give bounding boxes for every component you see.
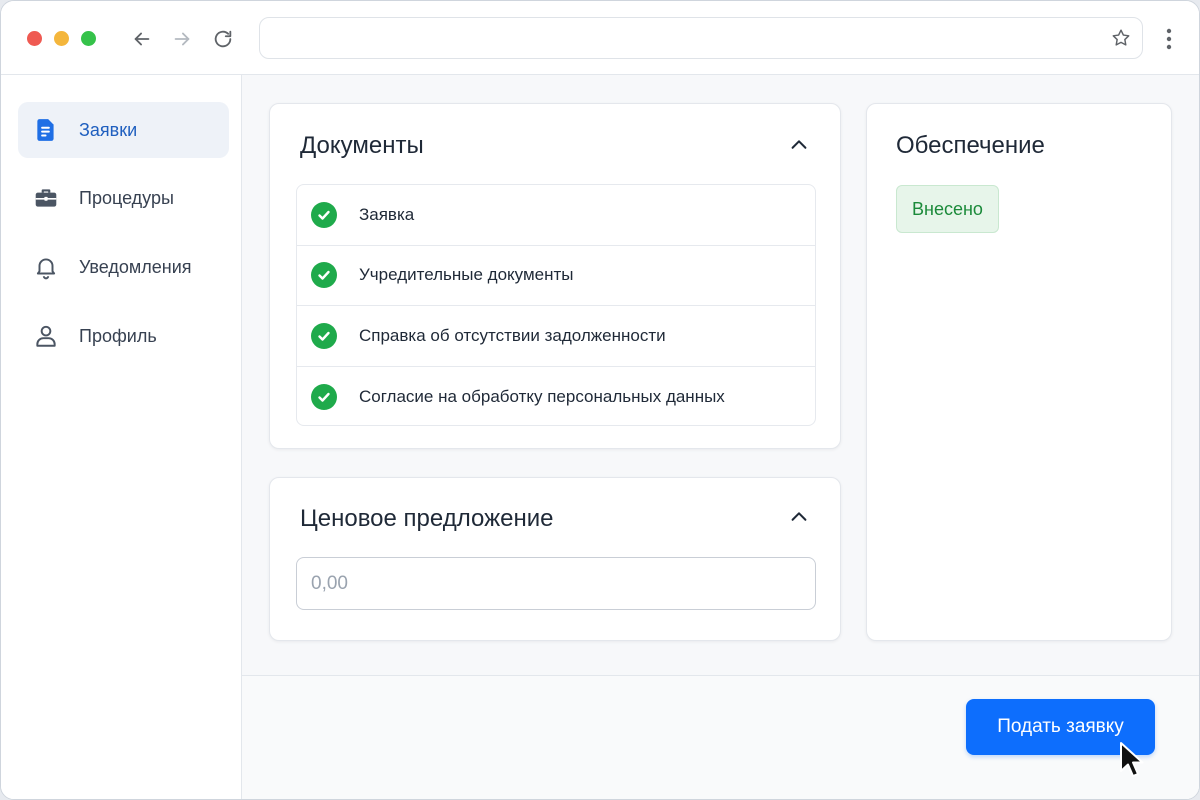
list-item[interactable]: Учредительные документы: [297, 246, 815, 306]
reload-icon[interactable]: [210, 26, 236, 52]
price-input[interactable]: [296, 557, 816, 610]
address-bar[interactable]: [259, 17, 1143, 59]
security-card: Обеспечение Внесено: [866, 103, 1172, 641]
price-offer-title: Ценовое предложение: [300, 505, 554, 532]
security-title: Обеспечение: [896, 132, 1045, 159]
list-item[interactable]: Заявка: [297, 185, 815, 246]
document-label: Учредительные документы: [359, 265, 574, 285]
briefcase-icon: [33, 185, 59, 211]
user-icon: [33, 323, 59, 349]
document-label: Согласие на обработку персональных данны…: [359, 386, 725, 406]
list-item[interactable]: Справка об отсутствии задолженности: [297, 306, 815, 367]
main-content: Документы Заявка Учредительные документы…: [242, 75, 1199, 799]
documents-card: Документы Заявка Учредительные документы…: [269, 103, 841, 449]
check-circle-icon: [311, 201, 337, 228]
check-circle-icon: [311, 322, 337, 349]
check-circle-icon: [311, 262, 337, 289]
sidebar-item-label: Профиль: [79, 325, 157, 346]
sidebar-item-label: Заявки: [79, 119, 138, 140]
list-item[interactable]: Согласие на обработку персональных данны…: [297, 367, 815, 426]
bookmark-star-icon[interactable]: [1110, 27, 1132, 49]
documents-list: Заявка Учредительные документы Справка о…: [296, 184, 816, 426]
more-menu-icon[interactable]: [1159, 26, 1179, 52]
mouse-cursor-icon: [1120, 742, 1144, 777]
browser-toolbar: [1, 1, 1199, 75]
sidebar-item-label: Уведомления: [79, 256, 192, 277]
minimize-window-button[interactable]: [54, 31, 69, 46]
price-offer-card: Ценовое предложение: [269, 477, 841, 641]
document-icon: [33, 117, 59, 143]
forward-arrow-icon[interactable]: [169, 26, 195, 52]
sidebar-item-profile[interactable]: Профиль: [18, 308, 229, 364]
browser-window: Заявки Процедуры Уведомления Профиль Док…: [0, 0, 1200, 800]
documents-title: Документы: [300, 132, 424, 159]
sidebar-item-procedures[interactable]: Процедуры: [18, 170, 229, 226]
sidebar-item-label: Процедуры: [79, 187, 174, 208]
maximize-window-button[interactable]: [81, 31, 96, 46]
status-badge: Внесено: [896, 185, 999, 233]
document-label: Заявка: [359, 204, 415, 224]
collapse-documents-chevron-up-icon[interactable]: [788, 134, 810, 156]
back-arrow-icon[interactable]: [129, 26, 155, 52]
bell-icon: [33, 254, 59, 280]
document-label: Справка об отсутствии задолженности: [359, 325, 666, 345]
sidebar-item-applications[interactable]: Заявки: [18, 102, 229, 158]
collapse-price-chevron-up-icon[interactable]: [788, 506, 810, 528]
sidebar-item-notifications[interactable]: Уведомления: [18, 239, 229, 295]
footer-bar: Подать заявку: [242, 675, 1199, 799]
close-window-button[interactable]: [27, 31, 42, 46]
check-circle-icon: [311, 383, 337, 410]
sidebar: Заявки Процедуры Уведомления Профиль: [1, 75, 242, 799]
